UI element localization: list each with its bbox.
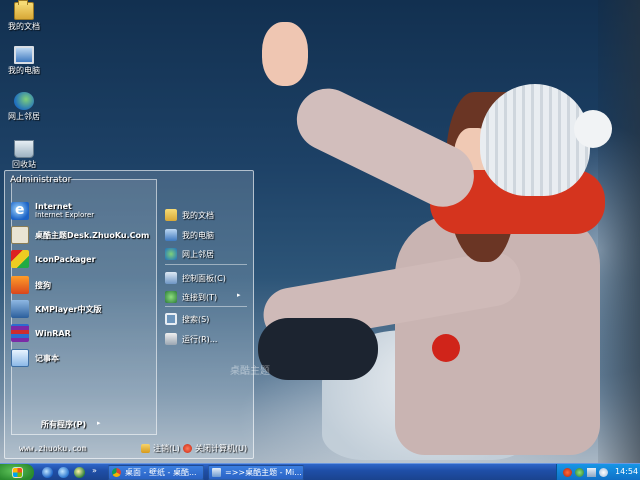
place-connect-to[interactable]: 连接到(T) (165, 289, 217, 305)
recycle-bin-icon (14, 140, 34, 158)
wallpaper-leg (258, 318, 378, 380)
wallpaper-knit-hat (480, 84, 590, 196)
chrome-icon (112, 468, 121, 477)
menu-divider (165, 306, 247, 307)
start-menu-user-name: Administrator (10, 175, 72, 185)
quick-launch-browser-icon[interactable] (58, 467, 69, 478)
desktop-icon-label: 网上邻居 (8, 112, 40, 121)
start-menu: Administrator Internet Internet Explorer… (4, 170, 254, 459)
folder-icon (14, 0, 34, 20)
place-control-panel[interactable]: 控制面板(C) (165, 270, 226, 286)
menu-item-winrar[interactable]: WinRAR (11, 323, 71, 343)
menu-item-label: Internet Internet Explorer (35, 202, 94, 220)
quick-launch-more-icon[interactable]: » (92, 466, 97, 475)
computer-icon (14, 46, 34, 64)
taskbar: » 桌面 - 壁纸 - 桌酷... =>>桌酷主题 - Mi... 14:54 (0, 463, 640, 480)
place-label: 我的文档 (182, 210, 214, 220)
tray-display-icon[interactable] (587, 468, 596, 477)
connect-icon (165, 291, 177, 303)
ie-icon (11, 202, 29, 220)
taskbar-button-label: =>>桌酷主题 - Mi... (225, 468, 302, 477)
network-icon (14, 92, 34, 110)
taskbar-clock[interactable]: 14:54 (615, 467, 638, 476)
place-label: 我的电脑 (182, 230, 214, 240)
network-icon (165, 248, 177, 260)
wallpaper-tree-trunk (598, 0, 640, 463)
start-button[interactable] (0, 464, 34, 480)
desktop-icon-label: 我的电脑 (8, 66, 40, 75)
menu-item-label: KMPlayer中文版 (35, 304, 102, 314)
start-menu-website: www.zhuoku.com (19, 444, 87, 453)
wallpaper-pompom (574, 110, 612, 148)
place-label: 连接到(T) (182, 292, 218, 302)
menu-item-kmplayer[interactable]: KMPlayer中文版 (11, 299, 102, 319)
place-run[interactable]: 运行(R)... (165, 331, 217, 347)
place-label: 控制面板(C) (182, 273, 226, 283)
place-my-computer[interactable]: 我的电脑 (165, 227, 214, 243)
computer-icon (165, 229, 177, 241)
iconpackager-icon (11, 250, 29, 268)
taskbar-button-document[interactable]: =>>桌酷主题 - Mi... (208, 465, 304, 480)
place-my-documents[interactable]: 我的文档 (165, 207, 214, 223)
desktop-icon-label: 回收站 (12, 160, 36, 169)
menu-item-label: WinRAR (35, 328, 71, 338)
menu-item-label: 搜狗 (35, 280, 51, 290)
wallpaper-raised-arm (286, 78, 485, 218)
desktop-icon-recycle-bin[interactable]: 回收站 (2, 140, 46, 170)
chevron-right-icon: ▸ (237, 291, 241, 299)
theme-icon (11, 226, 29, 244)
tray-network-icon[interactable] (575, 468, 584, 477)
menu-item-sogou[interactable]: 搜狗 (11, 275, 51, 295)
desktop-icon-my-computer[interactable]: 我的电脑 (2, 46, 46, 76)
sogou-icon (11, 276, 29, 294)
chevron-right-icon: ▸ (97, 419, 101, 427)
menu-item-title: Internet (35, 202, 72, 211)
run-icon (165, 333, 177, 345)
place-label: 网上邻居 (182, 249, 214, 259)
windows-logo-icon (12, 467, 23, 478)
place-search[interactable]: 搜索(S) (165, 311, 209, 327)
quick-launch-media-icon[interactable] (74, 467, 85, 478)
logoff-label: 注销(L) (153, 444, 180, 453)
document-icon (212, 468, 221, 477)
tray-app-icon[interactable] (563, 468, 572, 477)
winrar-icon (11, 324, 29, 342)
place-label: 搜索(S) (182, 314, 210, 324)
shutdown-button[interactable]: 关闭计算机(U) (183, 443, 247, 454)
menu-item-zhuoku-theme[interactable]: 桌酷主题Desk.ZhuoKu.Com (11, 225, 149, 245)
quick-launch-ie-icon[interactable] (42, 467, 53, 478)
wallpaper-raised-hand (262, 22, 308, 86)
desktop-icon-network-places[interactable]: 网上邻居 (2, 92, 46, 122)
menu-item-iconpackager[interactable]: IconPackager (11, 249, 96, 269)
desktop-icon-label: 我的文档 (8, 22, 40, 31)
shutdown-label: 关闭计算机(U) (195, 444, 248, 453)
all-programs-button[interactable]: 所有程序(P) (41, 419, 86, 430)
tray-volume-icon[interactable] (599, 468, 608, 477)
menu-item-internet-explorer[interactable]: Internet Internet Explorer (11, 201, 94, 221)
power-icon (183, 444, 192, 453)
place-label: 运行(R)... (182, 334, 218, 344)
control-panel-icon (165, 272, 177, 284)
menu-item-label: 记事本 (35, 353, 59, 363)
menu-divider (165, 264, 247, 265)
wallpaper-flower (432, 334, 460, 362)
taskbar-button-label: 桌面 - 壁纸 - 桌酷... (125, 468, 197, 477)
folder-icon (165, 209, 177, 221)
place-network[interactable]: 网上邻居 (165, 246, 214, 262)
system-tray: 14:54 (556, 464, 640, 480)
kmplayer-icon (11, 300, 29, 318)
menu-item-label: IconPackager (35, 254, 96, 264)
menu-item-subtitle: Internet Explorer (35, 211, 95, 219)
menu-item-notepad[interactable]: 记事本 (11, 348, 59, 368)
notepad-icon (11, 349, 29, 367)
search-icon (165, 313, 177, 325)
logoff-icon (141, 444, 150, 453)
desktop-icon-my-documents[interactable]: 我的文档 (2, 0, 46, 32)
menu-item-label: 桌酷主题Desk.ZhuoKu.Com (35, 230, 150, 240)
taskbar-button-browser[interactable]: 桌面 - 壁纸 - 桌酷... (108, 465, 204, 480)
logoff-button[interactable]: 注销(L) (141, 443, 180, 454)
